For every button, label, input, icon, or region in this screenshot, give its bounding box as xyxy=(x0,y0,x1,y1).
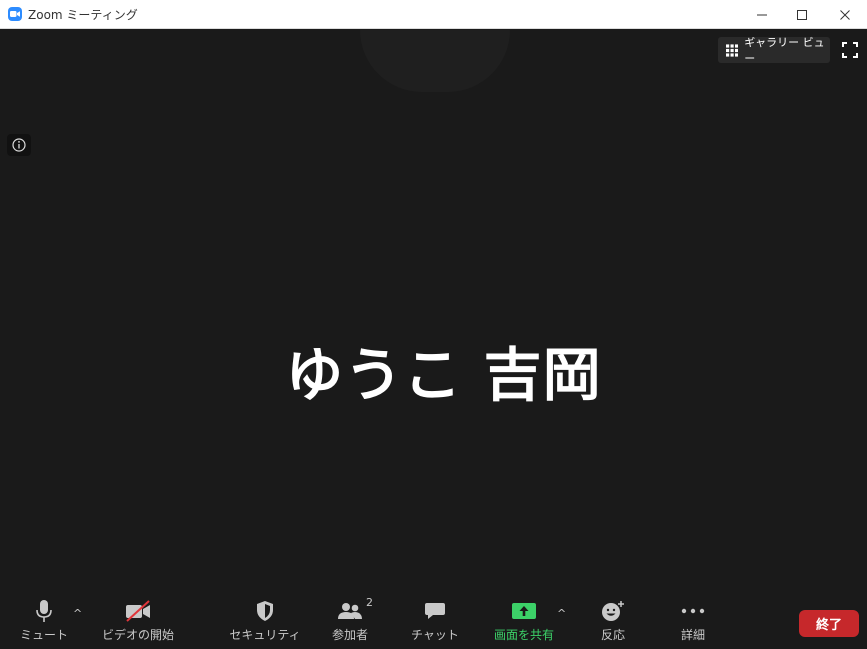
participants-label: 参加者 xyxy=(331,628,368,642)
meeting-toolbar: ミュート ^ ビデオの開始 セキュリティ 2 参加者 チャット 画面を共有 ^ … xyxy=(0,596,867,649)
info-icon xyxy=(12,138,26,152)
reactions-button[interactable]: 反応 xyxy=(594,598,632,649)
gallery-view-button[interactable]: ギャラリー ビュー xyxy=(718,36,830,65)
share-options-caret-icon[interactable]: ^ xyxy=(557,607,566,620)
start-video-label: ビデオの開始 xyxy=(101,628,174,642)
zoom-logo-icon xyxy=(8,7,22,21)
close-icon xyxy=(840,9,850,20)
more-button[interactable]: 詳細 xyxy=(673,598,713,649)
end-meeting-button[interactable]: 終了 xyxy=(799,610,859,637)
chat-label: チャット xyxy=(411,628,459,642)
more-dots-icon xyxy=(681,608,705,614)
start-video-button[interactable]: ビデオの開始 xyxy=(100,598,176,649)
window-title: Zoom ミーティング xyxy=(28,8,138,22)
security-label: セキュリティ xyxy=(229,628,301,642)
grid-icon xyxy=(726,43,739,57)
maximize-icon xyxy=(797,9,807,20)
reaction-smiley-icon xyxy=(602,601,624,621)
minimize-button[interactable] xyxy=(742,0,782,29)
shield-icon xyxy=(257,601,273,621)
microphone-icon xyxy=(36,600,52,622)
chat-button[interactable]: チャット xyxy=(410,598,460,649)
participants-button[interactable]: 2 参加者 xyxy=(326,596,374,649)
mute-button[interactable]: ミュート xyxy=(20,598,68,649)
share-screen-button[interactable]: 画面を共有 xyxy=(490,598,558,649)
participants-icon xyxy=(338,603,362,619)
minimize-icon xyxy=(757,14,767,15)
share-screen-label: 画面を共有 xyxy=(493,628,554,642)
fullscreen-button[interactable] xyxy=(841,41,859,59)
fullscreen-icon xyxy=(842,42,858,58)
reactions-label: 反応 xyxy=(600,628,625,642)
close-button[interactable] xyxy=(825,0,865,29)
maximize-button[interactable] xyxy=(782,0,822,29)
audio-options-caret-icon[interactable]: ^ xyxy=(73,607,82,620)
security-button[interactable]: セキュリティ xyxy=(229,598,301,649)
gallery-view-label: ギャラリー ビュー xyxy=(744,36,825,65)
share-screen-icon xyxy=(512,603,536,619)
more-label: 詳細 xyxy=(680,628,705,642)
mute-label: ミュート xyxy=(20,628,69,642)
title-bar: Zoom ミーティング xyxy=(0,0,867,29)
chat-icon xyxy=(425,603,445,619)
participant-name: ゆうこ 吉岡 xyxy=(285,341,602,409)
meeting-info-button[interactable] xyxy=(7,134,31,156)
participants-count: 2 xyxy=(366,596,373,609)
video-off-icon xyxy=(126,600,150,622)
